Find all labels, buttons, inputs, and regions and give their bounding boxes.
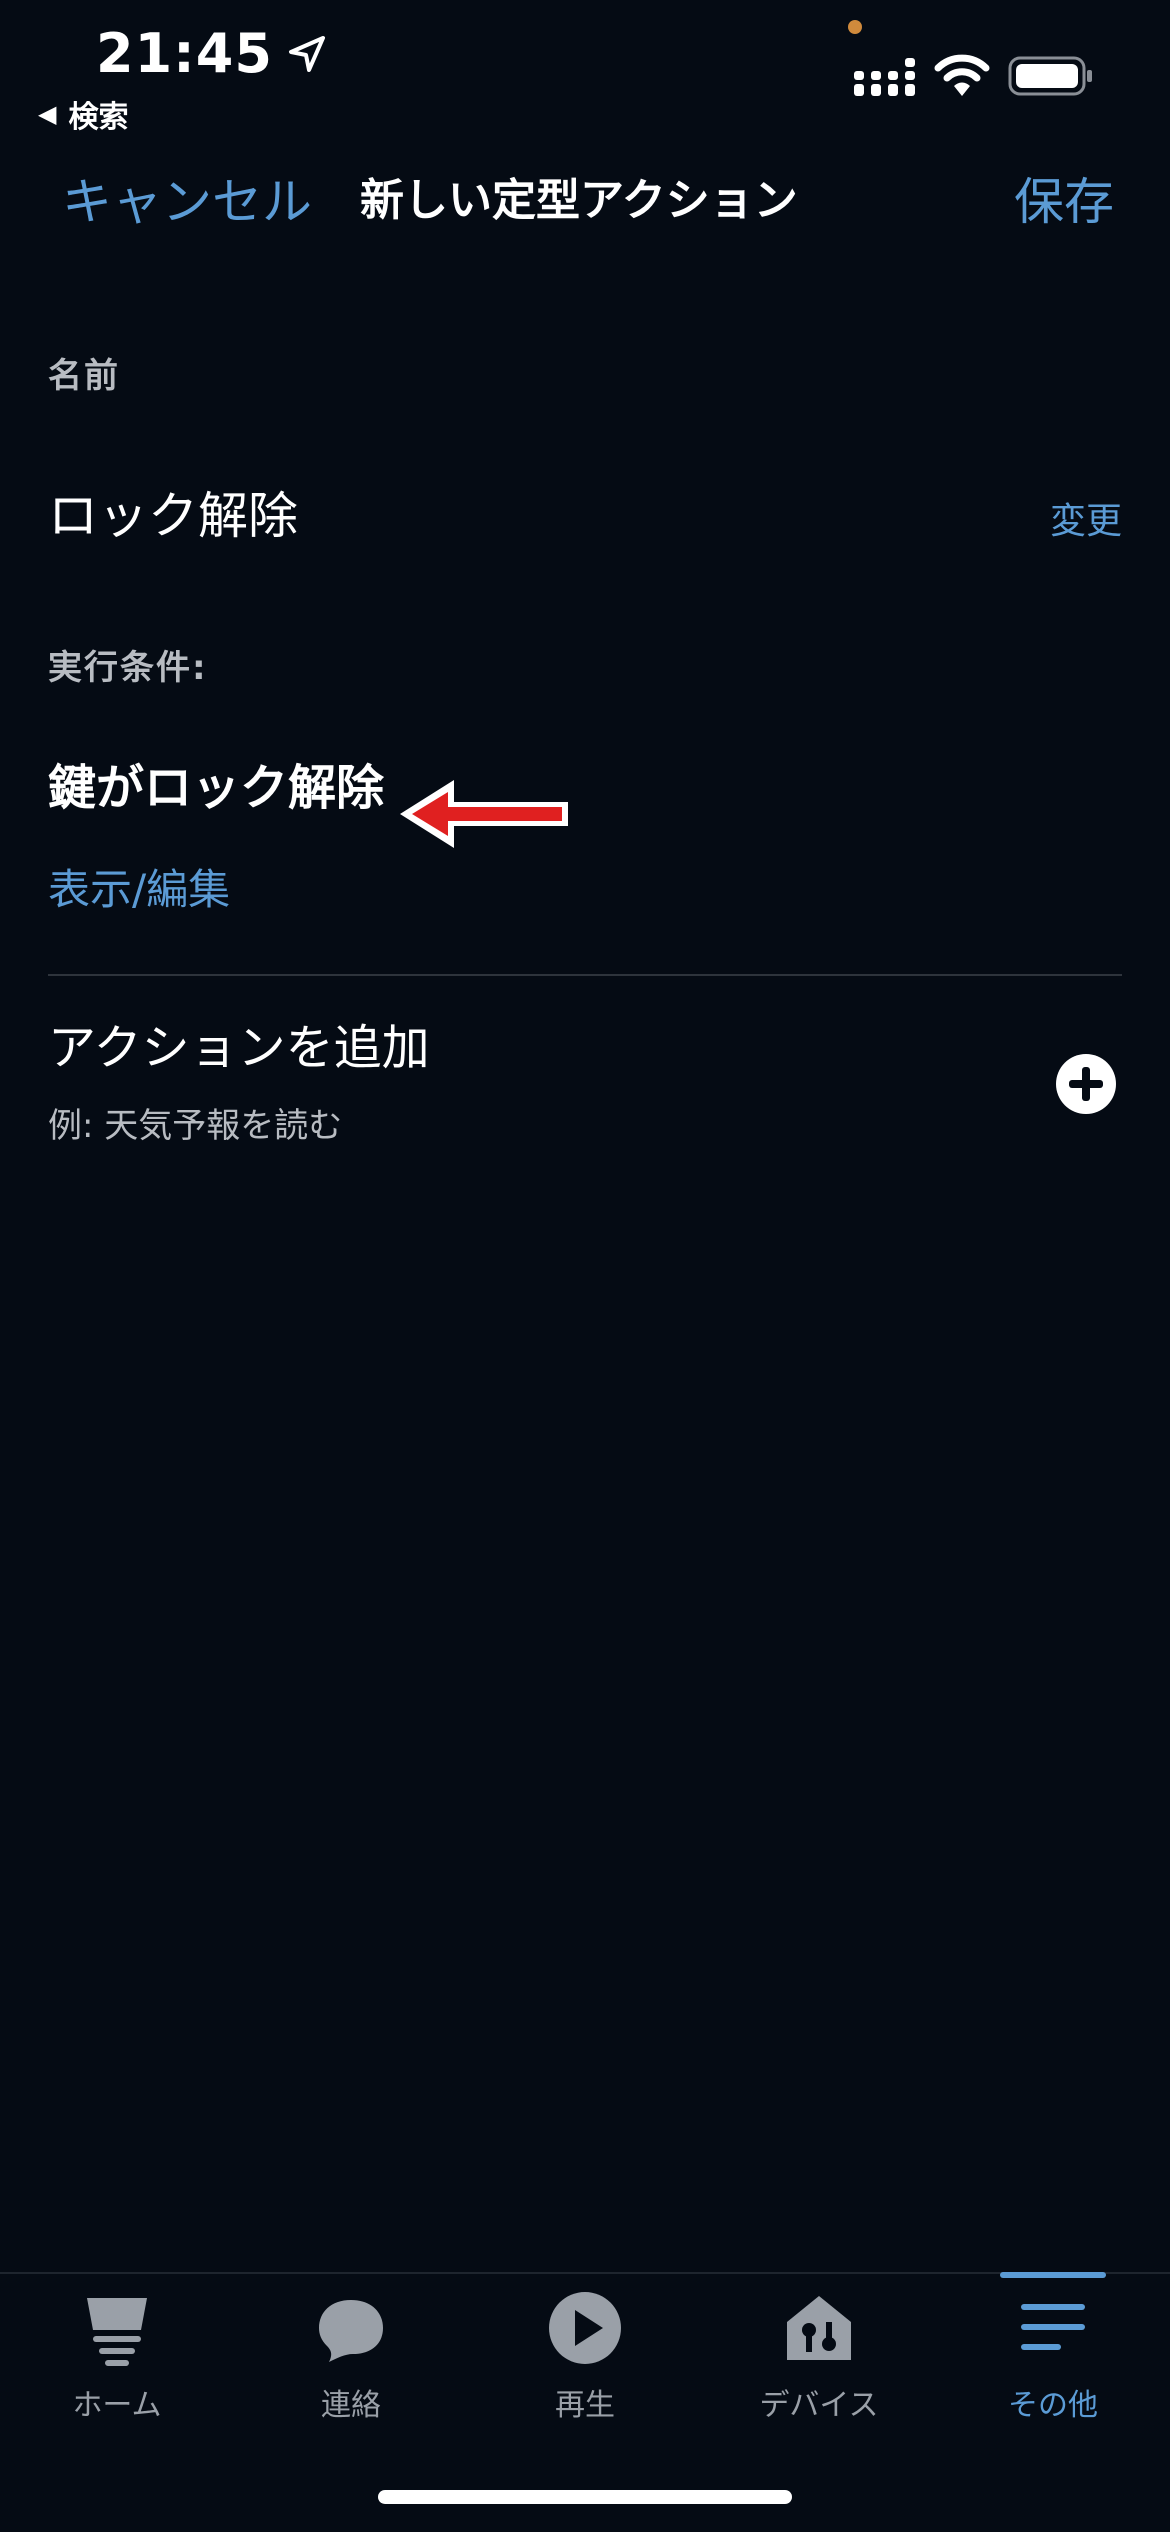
back-triangle-icon: ◀ xyxy=(38,100,57,128)
plus-icon xyxy=(1069,1067,1103,1101)
add-action-button[interactable] xyxy=(1056,1054,1116,1114)
tab-label: 再生 xyxy=(555,2388,615,2423)
battery-icon xyxy=(1008,56,1092,96)
tab-label: デバイス xyxy=(759,2388,879,2423)
menu-icon xyxy=(1021,2304,1085,2350)
play-icon xyxy=(549,2292,621,2364)
time-text: 21:45 xyxy=(96,22,273,85)
tab-label: ホーム xyxy=(72,2388,162,2423)
section-divider xyxy=(48,974,1122,976)
add-action-example: 例: 天気予報を読む xyxy=(48,1106,343,1146)
devices-icon xyxy=(787,2296,851,2360)
chat-icon xyxy=(319,2300,383,2362)
tab-communicate[interactable]: 連絡 xyxy=(234,2290,468,2440)
back-to-app[interactable]: ◀ 検索 xyxy=(38,92,128,136)
tab-play[interactable]: 再生 xyxy=(468,2290,702,2440)
status-time: 21:45 xyxy=(96,22,327,85)
annotation-arrow-icon xyxy=(400,780,568,848)
save-button[interactable]: 保存 xyxy=(1014,162,1114,234)
tab-home[interactable]: ホーム xyxy=(0,2290,234,2440)
wifi-icon xyxy=(934,54,990,96)
name-section-label: 名前 xyxy=(48,356,120,396)
add-action-title[interactable]: アクションを追加 xyxy=(48,1008,430,1078)
home-indicator[interactable] xyxy=(378,2490,792,2504)
home-icon xyxy=(87,2298,147,2366)
location-arrow-icon xyxy=(288,35,325,72)
tab-more[interactable]: その他 xyxy=(936,2290,1170,2440)
tab-devices[interactable]: デバイス xyxy=(702,2290,936,2440)
routine-name-value: ロック解除 xyxy=(48,487,298,545)
back-app-label: 検索 xyxy=(68,100,129,135)
trigger-section-label: 実行条件: xyxy=(48,648,208,688)
privacy-indicator-dot xyxy=(848,20,862,34)
tab-bar-border xyxy=(0,2272,1170,2274)
tab-label: その他 xyxy=(1008,2388,1098,2423)
cancel-button[interactable]: キャンセル xyxy=(62,162,312,234)
view-edit-trigger-link[interactable]: 表示/編集 xyxy=(48,856,230,917)
active-tab-indicator xyxy=(1000,2272,1106,2278)
cellular-signal-icon xyxy=(854,58,915,96)
trigger-title[interactable]: 鍵がロック解除 xyxy=(48,748,384,818)
change-name-link[interactable]: 変更 xyxy=(1050,492,1122,544)
page-title: 新しい定型アクション xyxy=(360,175,798,226)
tab-label: 連絡 xyxy=(321,2388,381,2423)
